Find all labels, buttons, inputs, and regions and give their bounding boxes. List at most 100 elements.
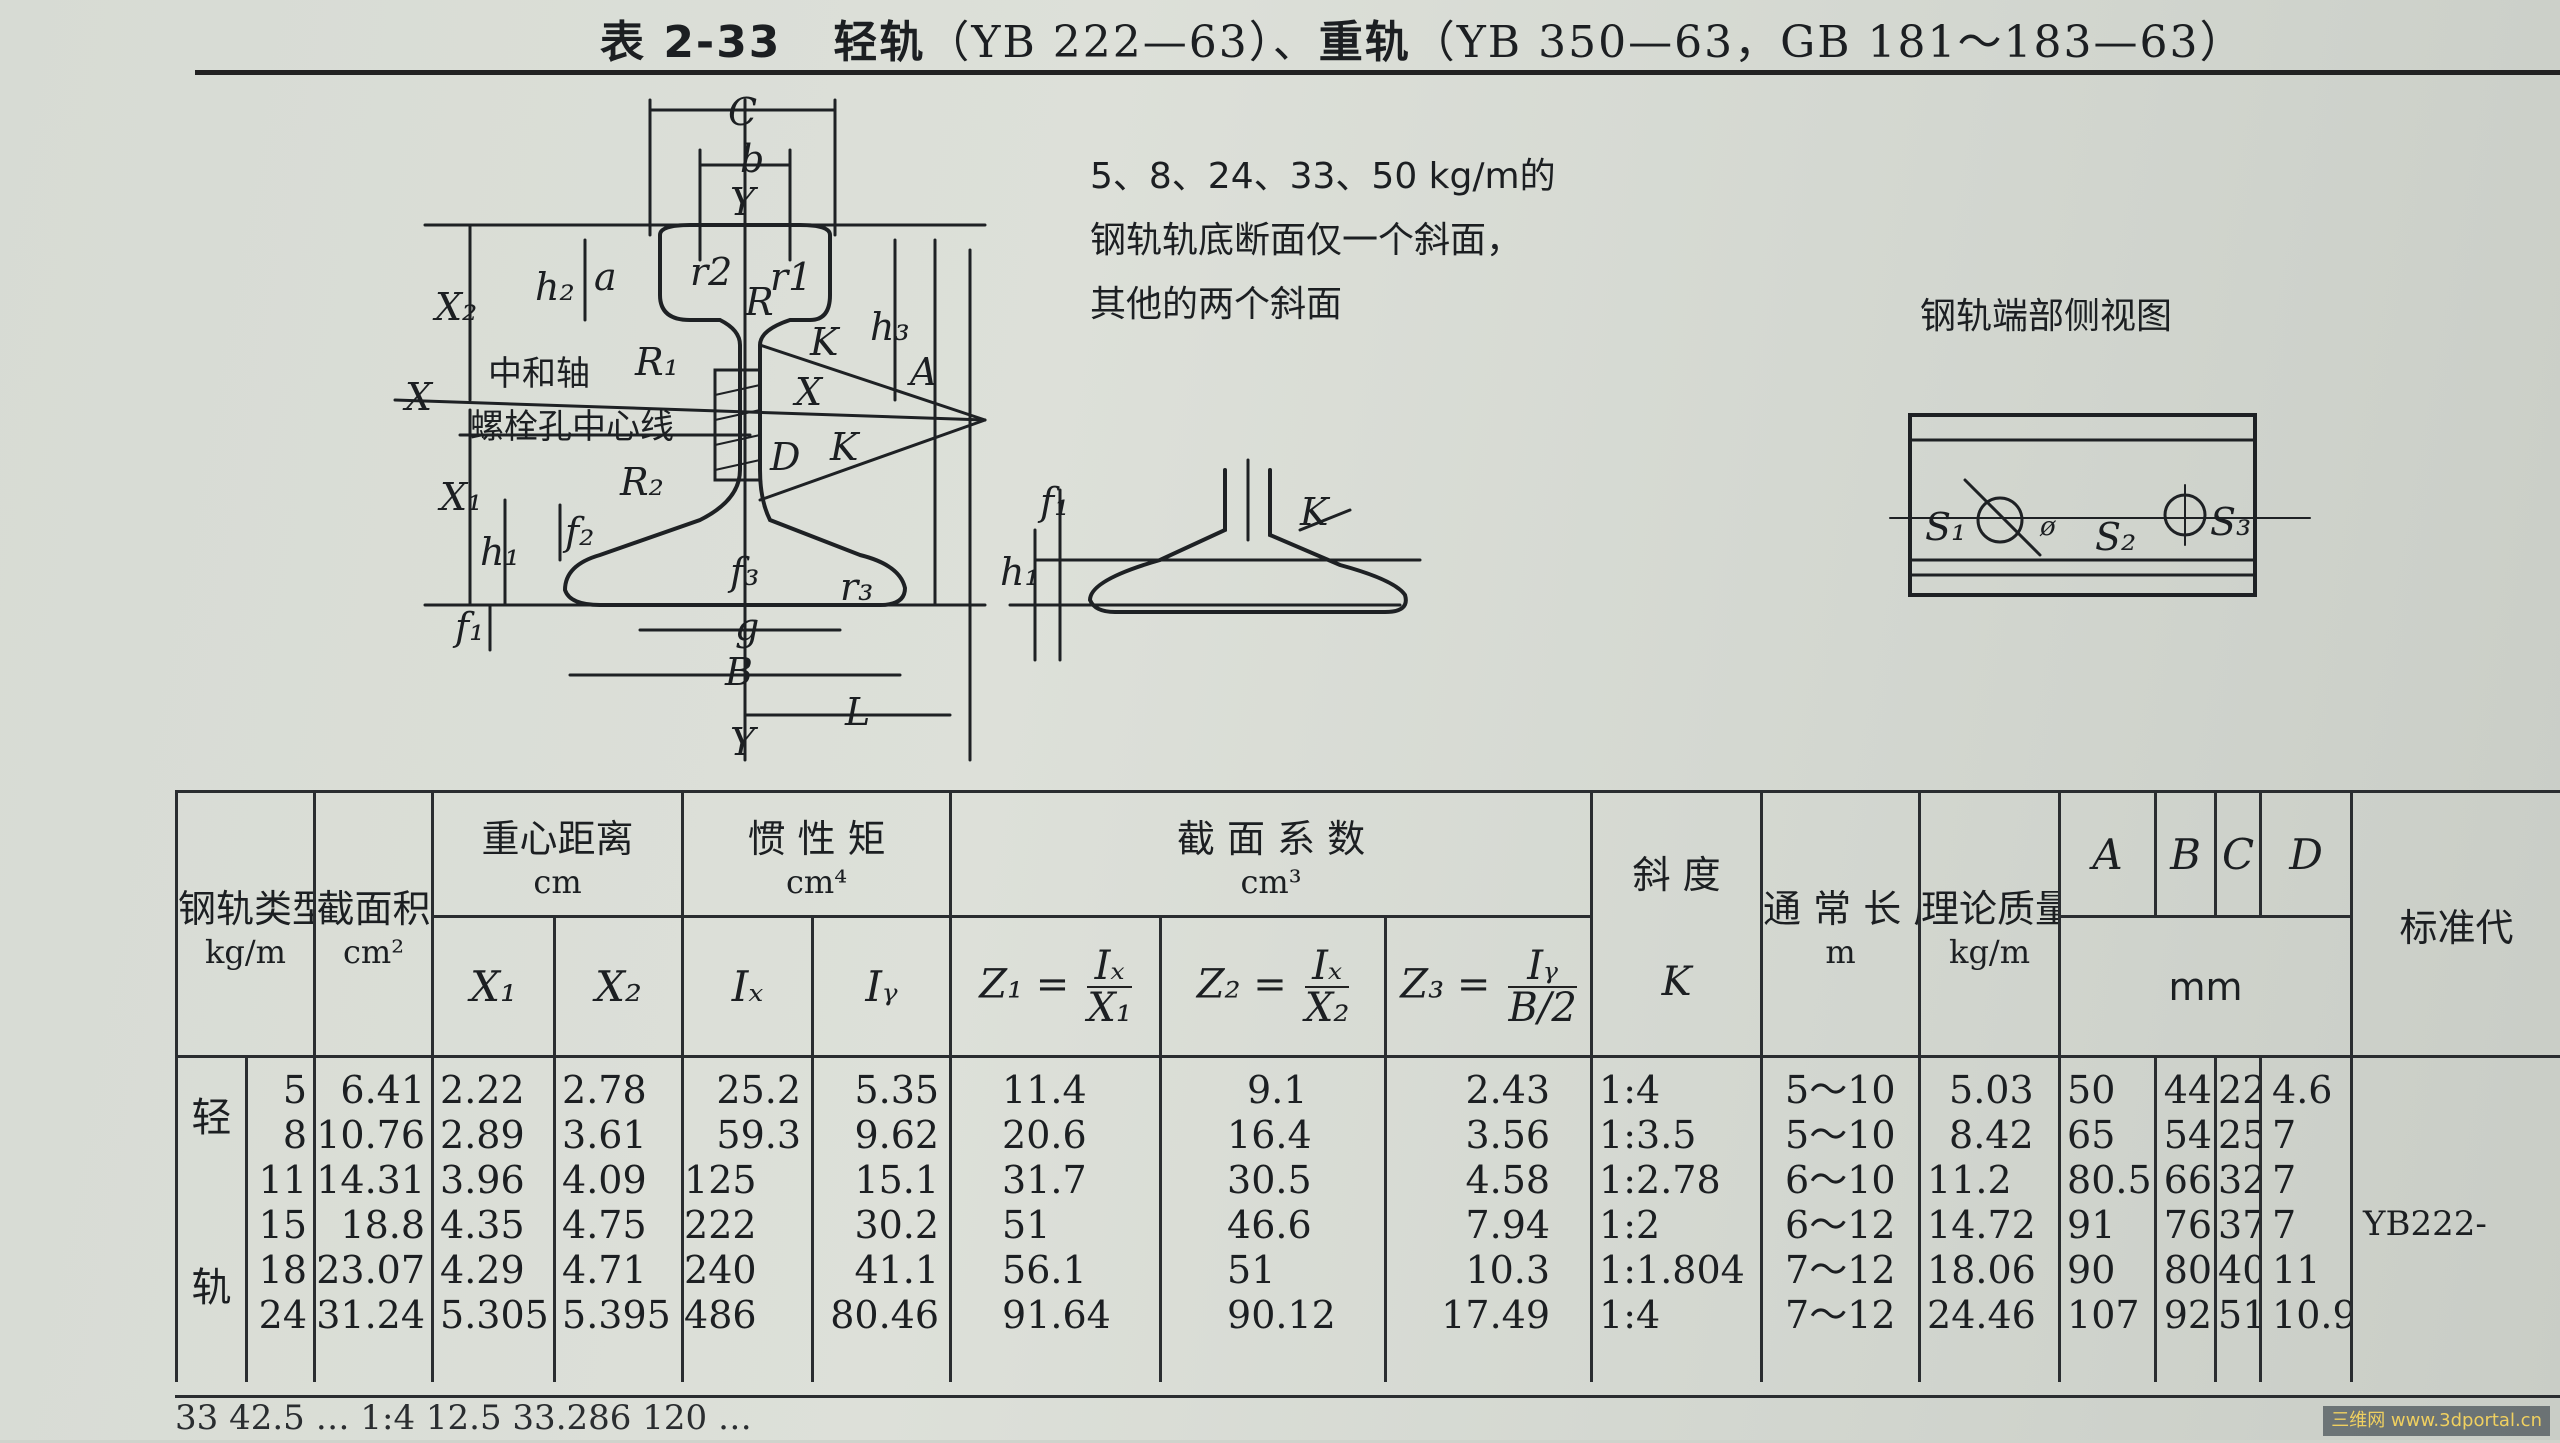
table-cell: 59.3 <box>716 1113 802 1157</box>
header-z1: Z₁ = Iₓ X₁ <box>949 915 1163 1058</box>
col-area: 6.41 10.76 14.31 18.8 23.07 31.24 <box>313 1055 435 1382</box>
table-cell: 1:3.5 <box>1599 1113 1697 1157</box>
col-ix: 25.2 59.3 125 222 240 486 <box>681 1055 815 1382</box>
header-dim-A: A <box>2058 790 2158 918</box>
header-z3: Z₃ = Iᵧ B/2 <box>1384 915 1594 1058</box>
table-cell: 3.96 <box>440 1158 525 1202</box>
table-cell: 6～10 <box>1785 1158 1896 1202</box>
col-z3: 2.43 3.56 4.58 7.94 10.3 17.49 <box>1384 1055 1594 1382</box>
note-line-3: 其他的两个斜面 <box>1090 284 1343 325</box>
label-K-upper: K <box>809 320 841 364</box>
table-cell: 14.31 <box>316 1158 426 1202</box>
col-dim-D: 4.6 7 7 7 11 10.9 <box>2259 1055 2354 1382</box>
table-cell: 30.5 <box>1227 1158 1312 1202</box>
rail-spec-table: 钢轨类型 kg/m 截面积 cm² 重心距离 cm 惯 性 矩 cm⁴ 截 面 … <box>174 790 2560 1382</box>
table-cell: 51 <box>2218 1293 2258 1337</box>
table-cell: 1:4 <box>1599 1068 1661 1112</box>
table-cell: 16.4 <box>1227 1113 1312 1157</box>
table-cell: 80.46 <box>830 1293 940 1337</box>
col-length: 5～10 5～10 6～10 6～12 7～12 7～12 <box>1760 1055 1922 1382</box>
table-cell: 5.03 <box>1949 1068 2034 1112</box>
label-K-lower: K <box>829 425 861 469</box>
col-type: 5 8 11 15 18 24 <box>244 1055 317 1382</box>
table-cell: 23.07 <box>316 1248 426 1292</box>
table-cell: 8.42 <box>1949 1113 2034 1157</box>
table-cell: 7～12 <box>1785 1248 1896 1292</box>
col-dim-B: 44 54 66 76 80 92 <box>2154 1055 2218 1382</box>
table-cell: 92 <box>2163 1293 2213 1337</box>
label-D: D <box>769 435 800 479</box>
table-cell: 4.09 <box>562 1158 647 1202</box>
table-cell: 7.94 <box>1465 1203 1551 1247</box>
label-X-left: X <box>402 375 434 419</box>
table-cell: 9.62 <box>854 1113 940 1157</box>
label-R: R <box>744 280 774 324</box>
table-cell: 10.9 <box>2272 1293 2352 1337</box>
table-cell: 2.78 <box>562 1068 647 1112</box>
table-cell: 10.3 <box>1465 1248 1551 1292</box>
label-phi: ø <box>2039 512 2056 542</box>
table-cell: 90.12 <box>1227 1293 1336 1337</box>
header-iy: Iᵧ <box>811 915 953 1058</box>
rail-cross-section-diagram: C b Y a h₂ X₂ r2 r1 R h₃ A K X X R₁ D K … <box>393 90 2311 764</box>
label-R1: R₁ <box>634 340 679 384</box>
table-cell: 76 <box>2163 1203 2213 1247</box>
table-cell: 1:2 <box>1599 1203 1661 1247</box>
table-cell: 125 <box>684 1158 757 1202</box>
header-section-modulus: 截 面 系 数 cm³ <box>949 790 1594 918</box>
table-cell: 2.89 <box>440 1113 525 1157</box>
label-a: a <box>594 255 617 299</box>
label-X2: X₂ <box>432 285 477 329</box>
header-z2: Z₂ = Iₓ X₂ <box>1159 915 1388 1058</box>
table-cell: 6.41 <box>340 1068 426 1112</box>
table-cell: 17.49 <box>1441 1293 1551 1337</box>
table-cell: 4.6 <box>2272 1068 2333 1112</box>
table-cell: 91 <box>2067 1203 2116 1247</box>
table-cell: 51 <box>1002 1203 1051 1247</box>
label-S2: S₂ <box>2095 515 2136 559</box>
header-mass: 理论质量 kg/m <box>1918 790 2062 1058</box>
label-A: A <box>907 350 937 394</box>
label-bolt-hole-centerline: 螺栓孔中心线 <box>470 407 674 447</box>
table-cell: 4.71 <box>562 1248 647 1292</box>
table-cell: 18.06 <box>1927 1248 2036 1292</box>
header-area: 截面积 cm² <box>313 790 435 1058</box>
table-cell: 222 <box>684 1203 757 1247</box>
table-cell: 24.46 <box>1927 1293 2036 1337</box>
table-cell: 54 <box>2163 1113 2213 1157</box>
table-cell: 91.64 <box>1002 1293 1111 1337</box>
table-cell: 5.305 <box>440 1293 549 1337</box>
header-x1: X₁ <box>431 915 557 1058</box>
label-f2: f₂ <box>562 510 594 554</box>
table-cell: 20.6 <box>1002 1113 1087 1157</box>
table-cell: 50 <box>2067 1068 2116 1112</box>
table-cell: 5 <box>282 1068 308 1112</box>
table-cell: 8 <box>282 1113 308 1157</box>
table-cell: 44 <box>2163 1068 2213 1112</box>
col-dim-A: 50 65 80.5 91 90 107 <box>2058 1055 2158 1382</box>
label-R2: R₂ <box>619 460 664 504</box>
table-cell: 41.1 <box>854 1248 940 1292</box>
table-cell: 7 <box>2272 1113 2297 1157</box>
label-Y-top: Y <box>730 180 759 224</box>
col-slope: 1:4 1:3.5 1:2.78 1:2 1:1.804 1:4 <box>1590 1055 1764 1382</box>
table-cell: 2.22 <box>440 1068 525 1112</box>
header-dim-B: B <box>2154 790 2218 918</box>
label-b: b <box>740 137 764 181</box>
table-cell: 40 <box>2218 1248 2258 1292</box>
group-label-light-rail: 轻 轨 <box>175 1055 248 1382</box>
col-z2: 9.1 16.4 30.5 46.6 51 90.12 <box>1159 1055 1388 1382</box>
label-X1: X₁ <box>437 475 482 519</box>
table-cell: 5～10 <box>1785 1113 1896 1157</box>
partial-next-row: 33 42.5 … 1:4 12.5 33.286 120 … <box>175 1395 2560 1443</box>
label-B: B <box>724 650 753 694</box>
col-iy: 5.35 9.62 15.1 30.2 41.1 80.46 <box>811 1055 953 1382</box>
label-S1: S₁ <box>1925 505 1966 549</box>
table-cell: 10.76 <box>316 1113 426 1157</box>
note-line-2: 钢轨轨底断面仅一个斜面， <box>1090 220 1523 261</box>
table-cell: 22 <box>2218 1068 2258 1112</box>
label-h2: h₂ <box>535 265 575 309</box>
table-cell: 3.56 <box>1465 1113 1551 1157</box>
label-X-right: X <box>792 370 824 414</box>
table-cell: 4.35 <box>440 1203 525 1247</box>
